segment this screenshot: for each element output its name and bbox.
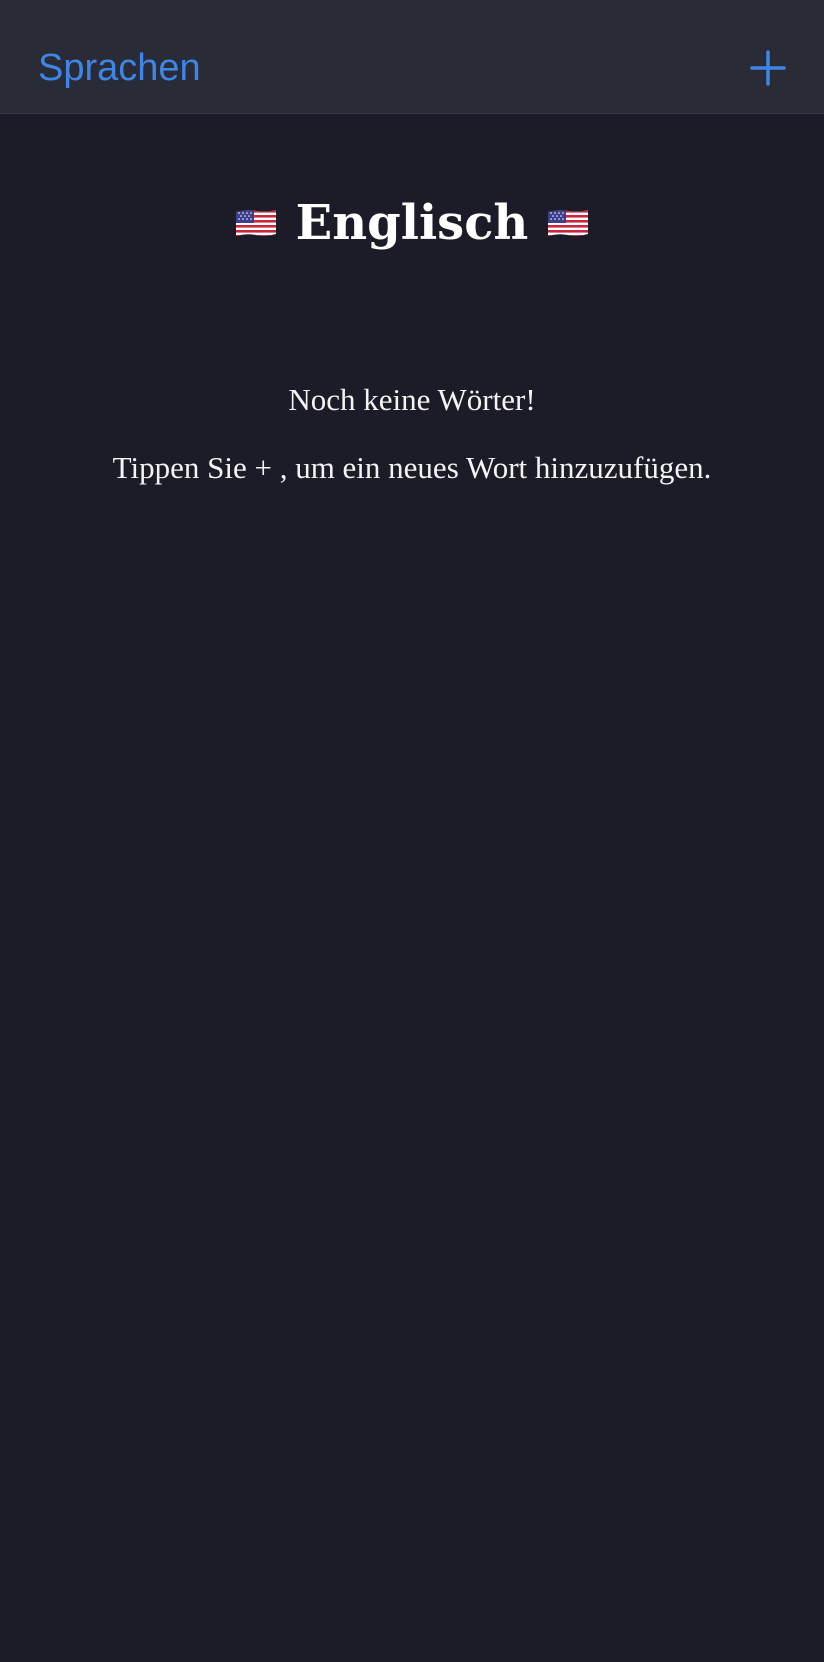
language-title: Englisch — [295, 195, 529, 251]
main-content: Englisch Noch keine Wörter! Tippen Sie +… — [0, 114, 824, 1662]
language-header: Englisch — [0, 188, 824, 258]
add-word-button[interactable] — [750, 50, 786, 86]
navigation-bar: Sprachen — [0, 0, 824, 114]
us-flag-icon — [548, 210, 589, 236]
back-button-sprachen[interactable]: Sprachen — [38, 44, 201, 92]
plus-icon — [750, 50, 786, 86]
empty-state-title: Noch keine Wörter! — [288, 382, 536, 417]
empty-state-hint: Tippen Sie + , um ein neues Wort hinzuzu… — [112, 450, 712, 485]
us-flag-icon — [235, 210, 276, 236]
